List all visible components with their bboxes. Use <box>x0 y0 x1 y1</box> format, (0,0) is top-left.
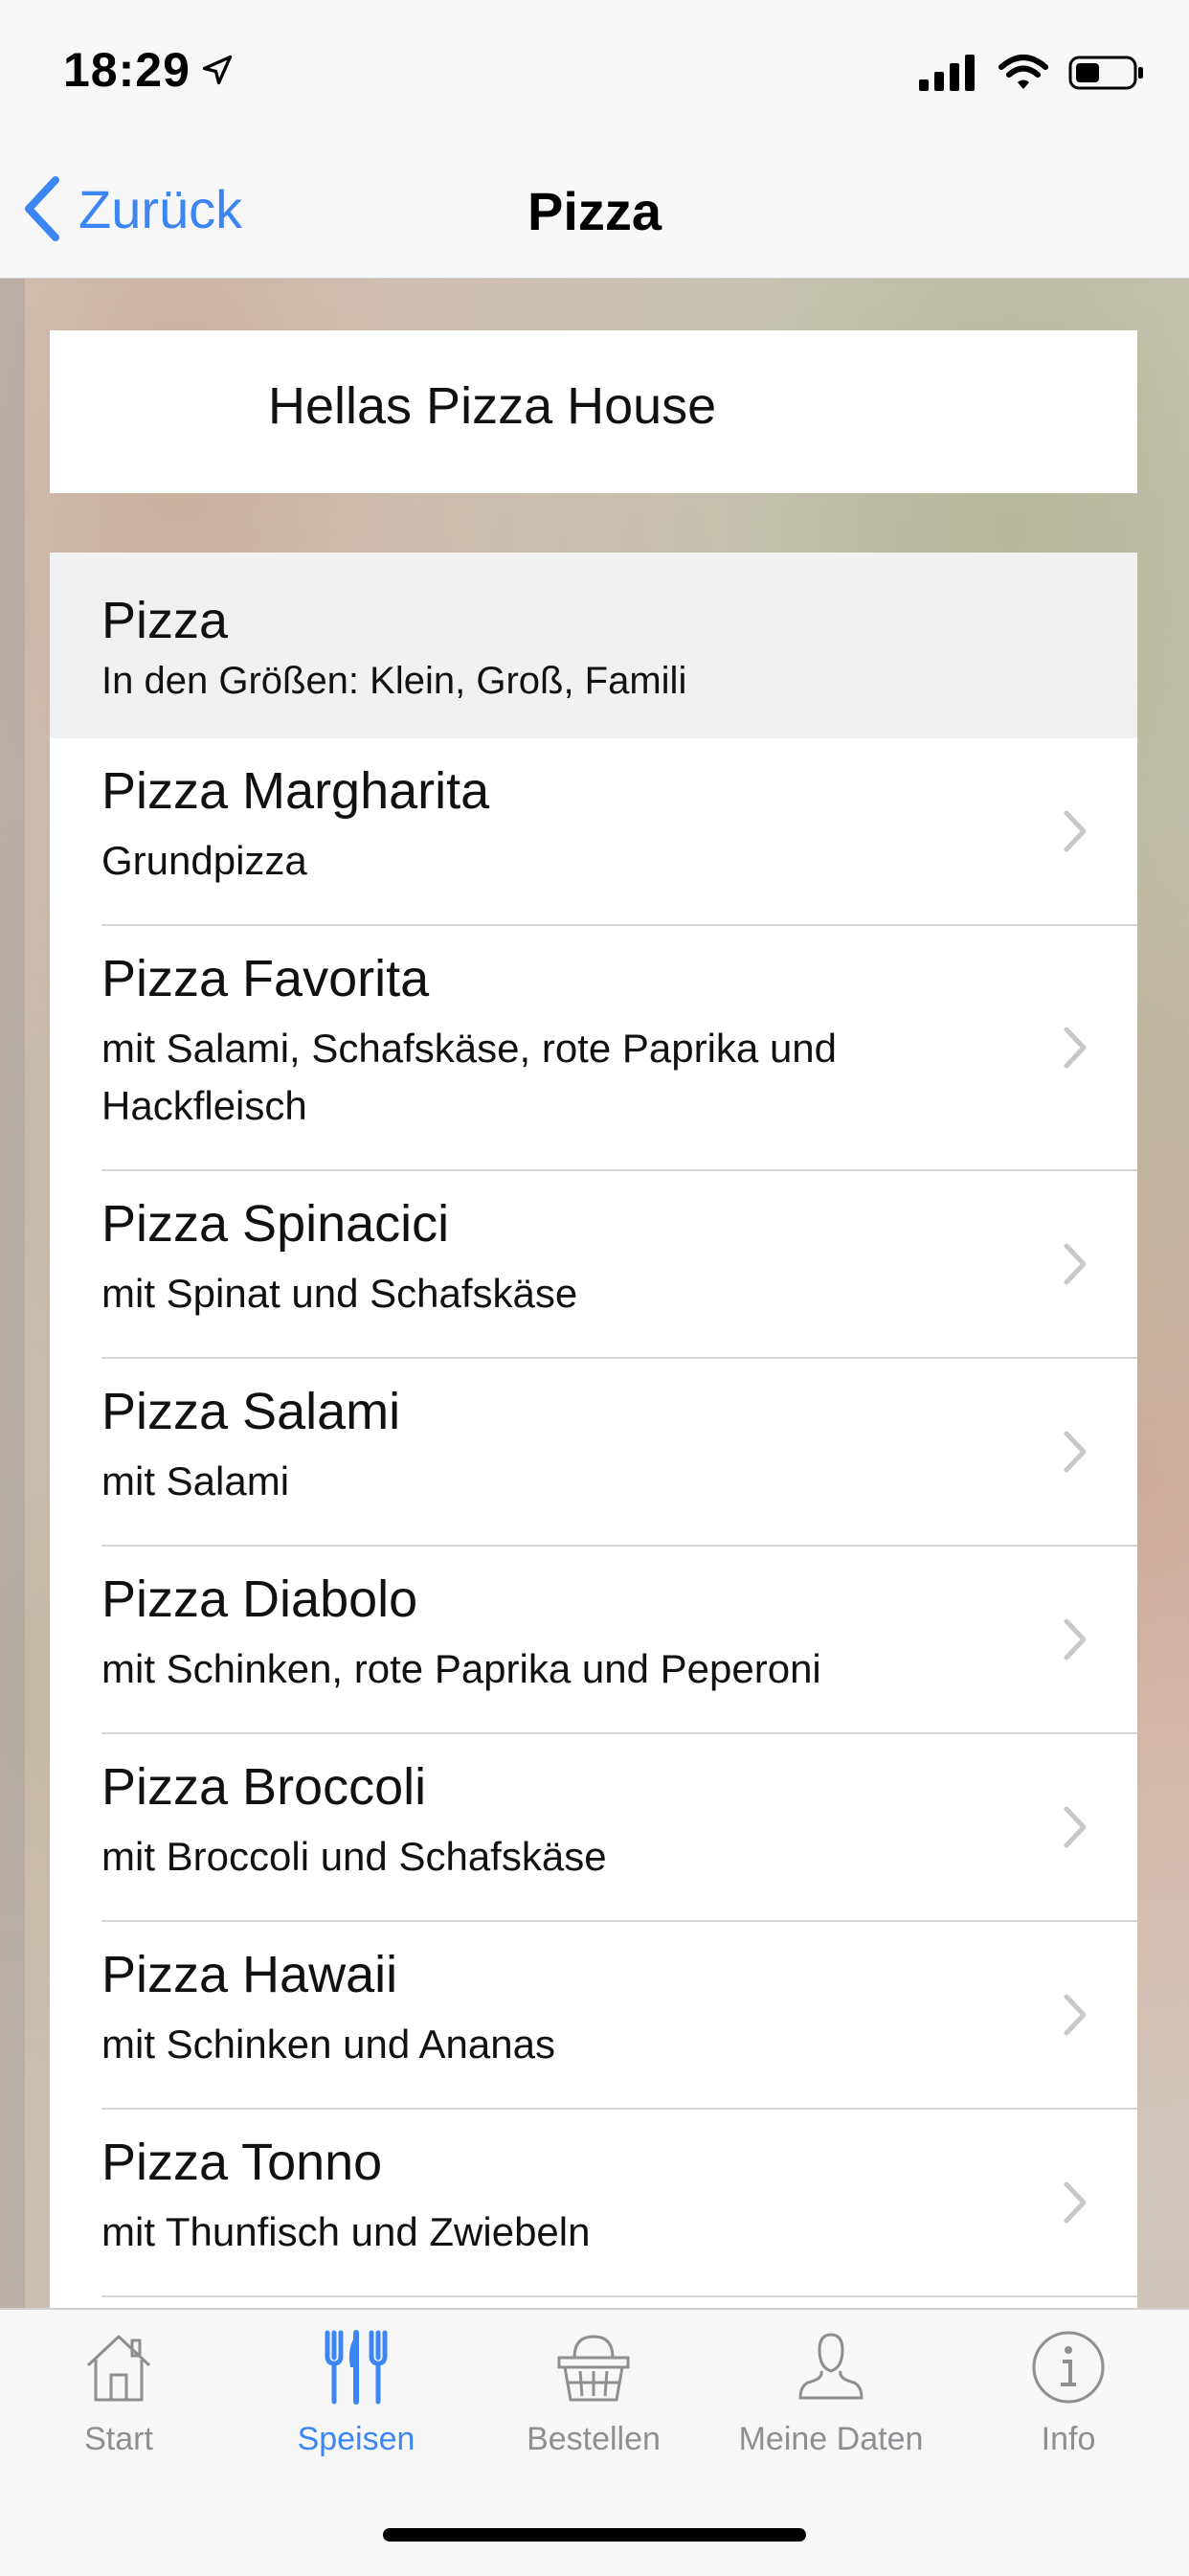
location-arrow-icon <box>202 55 233 85</box>
tab-speisen[interactable]: Speisen <box>237 2329 475 2492</box>
status-time-wrap: 18:29 <box>63 42 235 98</box>
item-title: Pizza Tonno <box>101 2134 383 2191</box>
item-title: Pizza Salami <box>101 1383 401 1440</box>
item-title: Pizza Broccoli <box>101 1758 427 1816</box>
item-desc: mit Salami, Schafskäse, rote Paprika und… <box>101 1026 838 1128</box>
person-icon <box>798 2333 864 2400</box>
chevron-right-icon <box>1064 1431 1087 1473</box>
chevron-right-icon <box>1064 1243 1087 1285</box>
tab-label: Speisen <box>297 2421 415 2457</box>
item-title: Pizza Margharita <box>101 762 490 820</box>
tab-label: Info <box>1041 2421 1096 2457</box>
signal-icon <box>919 55 975 91</box>
list-item[interactable]: Pizza Tonno mit Thunfisch und Zwiebeln <box>50 2110 1137 2297</box>
list-item-partial[interactable] <box>50 2297 1137 2308</box>
section-header: Pizza In den Größen: Klein, Groß, Famili <box>50 553 1137 738</box>
home-icon <box>86 2334 151 2402</box>
tab-label: Meine Daten <box>738 2421 924 2457</box>
page-title: Pizza <box>527 181 662 241</box>
item-desc: mit Salami <box>101 1458 290 1503</box>
item-desc: mit Broccoli und Schafskäse <box>101 1834 607 1879</box>
list-item[interactable]: Pizza Diabolo mit Schinken, rote Paprika… <box>50 1547 1137 1734</box>
chevron-right-icon <box>1064 1994 1087 2036</box>
section-subtitle: In den Größen: Klein, Groß, Famili <box>101 660 687 702</box>
item-desc: mit Schinken, rote Paprika und Peperoni <box>101 1646 821 1691</box>
status-time: 18:29 <box>63 43 191 97</box>
tab-label: Bestellen <box>527 2421 661 2457</box>
wifi-icon <box>998 55 1048 89</box>
chevron-right-icon <box>1064 810 1087 852</box>
battery-icon <box>1068 56 1143 90</box>
tab-bestellen[interactable]: Bestellen <box>475 2329 712 2492</box>
item-desc: Grundpizza <box>101 838 307 883</box>
info-icon <box>1032 2331 1105 2404</box>
cutlery-icon <box>325 2330 388 2405</box>
list-item[interactable]: Pizza Hawaii mit Schinken und Ananas <box>50 1922 1137 2110</box>
tab-label: Start <box>84 2421 153 2457</box>
navigation-bar: Zurück Pizza <box>0 144 1189 279</box>
status-bar: 18:29 <box>0 0 1189 144</box>
menu-list: Pizza In den Größen: Klein, Groß, Famili… <box>50 553 1137 2308</box>
item-desc: mit Schinken und Ananas <box>101 2022 555 2067</box>
content-area: Hellas Pizza House Pizza In den Größen: … <box>0 279 1189 2308</box>
list-item[interactable]: Pizza Salami mit Salami <box>50 1359 1137 1547</box>
chevron-right-icon <box>1064 2181 1087 2224</box>
tab-meine-daten[interactable]: Meine Daten <box>712 2329 950 2492</box>
item-desc: mit Spinat und Schafskäse <box>101 1271 578 1316</box>
item-title: Pizza Favorita <box>101 950 430 1007</box>
item-title: Pizza Spinacici <box>101 1195 450 1253</box>
restaurant-name: Hellas Pizza House <box>268 377 717 435</box>
list-item[interactable]: Pizza Broccoli mit Broccoli und Schafskä… <box>50 1734 1137 1922</box>
tab-start[interactable]: Start <box>0 2329 237 2492</box>
list-item[interactable]: Pizza Margharita Grundpizza <box>50 738 1137 926</box>
item-title: Pizza Diabolo <box>101 1570 418 1628</box>
list-item[interactable]: Pizza Spinacici mit Spinat und Schafskäs… <box>50 1171 1137 1359</box>
list-item[interactable]: Pizza Favorita mit Salami, Schafskäse, r… <box>50 926 1137 1171</box>
tab-info[interactable]: Info <box>950 2329 1187 2492</box>
chevron-right-icon <box>1064 1618 1087 1661</box>
basket-icon <box>557 2335 630 2402</box>
restaurant-card: Hellas Pizza House <box>50 330 1137 493</box>
section-title: Pizza <box>101 592 229 649</box>
item-desc: mit Thunfisch und Zwiebeln <box>101 2209 591 2254</box>
chevron-right-icon <box>1064 1027 1087 1069</box>
home-indicator[interactable] <box>383 2528 806 2542</box>
chevron-right-icon <box>1064 1806 1087 1848</box>
status-right <box>919 54 1145 92</box>
item-title: Pizza Hawaii <box>101 1946 398 2003</box>
